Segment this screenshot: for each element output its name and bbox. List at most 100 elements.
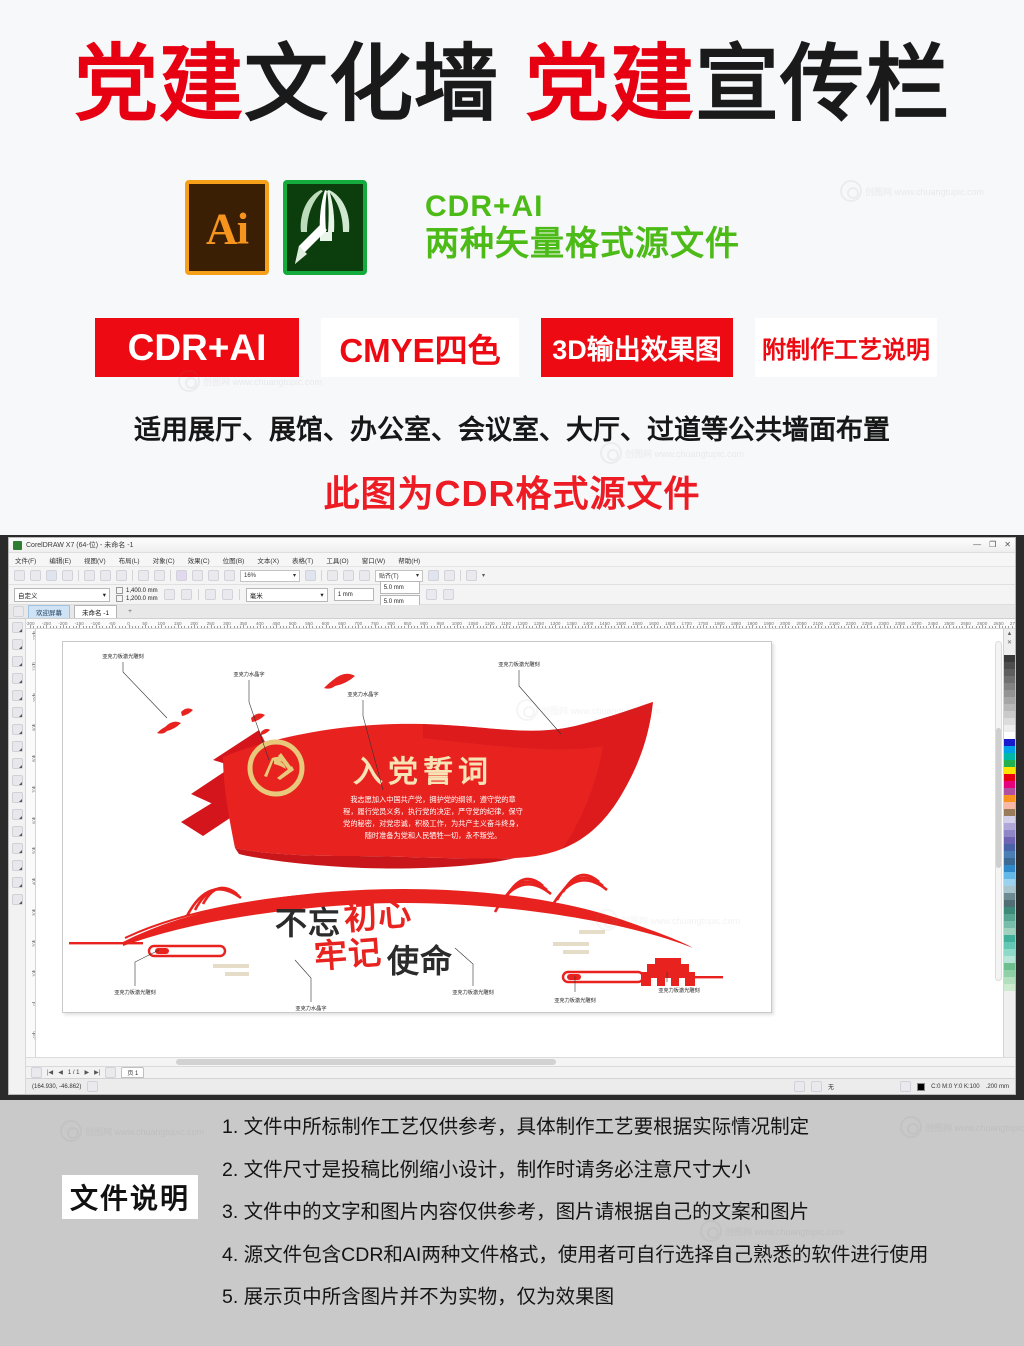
color-eyedropper-tool-icon[interactable] [11, 843, 23, 854]
palette-swatch[interactable] [1004, 739, 1015, 746]
undo-icon[interactable] [138, 570, 149, 581]
menu-bitmaps[interactable]: 位图(B) [223, 555, 245, 565]
units-combobox[interactable]: 毫米 ▾ [245, 587, 328, 602]
palette-swatch[interactable] [1004, 802, 1015, 809]
palette-swatch[interactable] [1004, 718, 1015, 725]
drawing-canvas[interactable]: 入党誓词 我志愿加入中国共产党，拥护党的纲领，遵守党的章 程，履行党员义务，执行… [36, 629, 1003, 1057]
outline-tool-icon[interactable] [11, 860, 23, 871]
chevron-down-icon[interactable]: ▾ [482, 572, 485, 579]
transparency-tool-icon[interactable] [11, 826, 23, 837]
menu-text[interactable]: 文本(X) [257, 555, 279, 565]
palette-swatch[interactable] [1004, 844, 1015, 851]
palette-swatch[interactable] [1004, 942, 1015, 949]
palette-swatch[interactable] [1004, 970, 1015, 977]
menu-file[interactable]: 文件(F) [15, 555, 36, 565]
page-tab-1[interactable]: 页 1 [121, 1067, 145, 1078]
interactive-fill-tool-icon[interactable] [11, 894, 23, 905]
menu-window[interactable]: 窗口(W) [362, 555, 385, 565]
palette-swatch[interactable] [1004, 662, 1015, 669]
page-height-row[interactable]: 1,200.0 mm [116, 595, 158, 602]
horizontal-scrollbar[interactable] [26, 1057, 1015, 1066]
palette-swatch[interactable] [1004, 725, 1015, 732]
show-guides-icon[interactable] [343, 570, 354, 581]
artwork-party-oath-wall[interactable]: 入党誓词 我志愿加入中国共产党，拥护党的纲领，遵守党的章 程，履行党员义务，执行… [63, 642, 773, 1014]
tab-untitled-1[interactable]: 未命名 -1 [74, 605, 118, 618]
landscape-orientation-icon[interactable] [180, 589, 192, 600]
fill-tool-icon[interactable] [11, 877, 23, 888]
rectangle-tool-icon[interactable] [11, 707, 23, 718]
palette-swatch[interactable] [1004, 795, 1015, 802]
add-page-icon[interactable] [31, 1067, 42, 1078]
palette-swatch[interactable] [1004, 886, 1015, 893]
palette-swatch[interactable] [1004, 907, 1015, 914]
vertical-scrollbar[interactable] [995, 641, 1002, 981]
palette-swatch[interactable] [1004, 683, 1015, 690]
vertical-scrollbar-thumb[interactable] [996, 728, 1001, 868]
fill-color-swatch[interactable] [917, 1082, 926, 1091]
palette-swatch[interactable] [1004, 753, 1015, 760]
page-preset-combobox[interactable]: 自定义 ▾ [14, 587, 110, 602]
pick-tool-icon[interactable] [11, 622, 23, 633]
palette-swatch[interactable] [1004, 830, 1015, 837]
print-icon[interactable] [62, 570, 73, 581]
menu-layout[interactable]: 布局(L) [119, 555, 140, 565]
palette-swatch[interactable] [1004, 921, 1015, 928]
drawing-scale-icon[interactable] [425, 589, 437, 600]
previous-page-button[interactable]: ◀ [58, 1069, 63, 1076]
palette-swatch[interactable] [1004, 949, 1015, 956]
save-icon[interactable] [46, 570, 57, 581]
horizontal-ruler[interactable]: -300 -250 -200 -150 -100 -50 0 50 100 150 200 250 30… [26, 619, 1015, 629]
first-page-button[interactable]: |◀ [47, 1069, 53, 1076]
new-tab-button[interactable]: + [121, 607, 139, 616]
palette-swatch[interactable] [1004, 900, 1015, 907]
zoom-tool-icon[interactable] [11, 673, 23, 684]
palette-swatch[interactable] [1004, 984, 1015, 991]
palette-swatch[interactable] [1004, 781, 1015, 788]
copy-icon[interactable] [100, 570, 111, 581]
all-pages-icon[interactable] [204, 589, 216, 600]
ellipse-tool-icon[interactable] [11, 724, 23, 735]
coordinate-toggle-icon[interactable] [87, 1081, 99, 1092]
fill-color-icon[interactable] [811, 1081, 823, 1092]
palette-swatch[interactable] [1004, 746, 1015, 753]
palette-swatch[interactable] [1004, 977, 1015, 984]
polygon-tool-icon[interactable] [11, 741, 23, 752]
import-icon[interactable] [176, 570, 187, 581]
palette-swatch[interactable] [1004, 935, 1015, 942]
fullscreen-preview-icon[interactable] [305, 570, 316, 581]
palette-swatch[interactable] [1004, 711, 1015, 718]
zoom-level-combobox[interactable]: 16% ▾ [240, 569, 300, 582]
application-launcher-icon[interactable] [224, 570, 235, 581]
palette-scroll-up-icon[interactable]: ▲ [1007, 631, 1013, 637]
menu-object[interactable]: 对象(C) [153, 555, 175, 565]
palette-swatch[interactable] [1004, 956, 1015, 963]
tab-nav-icon[interactable] [13, 606, 24, 617]
palette-swatch[interactable] [1004, 893, 1015, 900]
add-page-end-icon[interactable] [105, 1067, 117, 1078]
last-page-button[interactable]: ▶| [94, 1069, 100, 1076]
horizontal-scrollbar-thumb[interactable] [176, 1059, 556, 1065]
palette-swatch[interactable] [1004, 865, 1015, 872]
next-page-button[interactable]: ▶ [85, 1069, 90, 1076]
current-page-icon[interactable] [221, 589, 233, 600]
palette-swatch[interactable] [1004, 676, 1015, 683]
freehand-tool-icon[interactable] [11, 690, 23, 701]
palette-swatch[interactable] [1004, 816, 1015, 823]
portrait-orientation-icon[interactable] [163, 589, 175, 600]
palette-swatch[interactable] [1004, 774, 1015, 781]
color-styles-icon[interactable] [466, 570, 477, 581]
cut-icon[interactable] [84, 570, 95, 581]
palette-swatch[interactable] [1004, 788, 1015, 795]
publish-pdf-icon[interactable] [208, 570, 219, 581]
palette-swatch[interactable] [1004, 655, 1015, 662]
open-icon[interactable] [30, 570, 41, 581]
palette-swatch[interactable] [1004, 669, 1015, 676]
text-tool-icon[interactable] [11, 758, 23, 769]
minimize-button[interactable]: — [973, 541, 981, 549]
options-icon[interactable] [428, 570, 439, 581]
outline-pen-icon[interactable] [900, 1081, 912, 1092]
menu-help[interactable]: 帮助(H) [398, 555, 420, 565]
menu-view[interactable]: 视图(V) [84, 555, 106, 565]
export-icon[interactable] [192, 570, 203, 581]
no-color-swatch[interactable]: ✕ [1007, 639, 1012, 646]
